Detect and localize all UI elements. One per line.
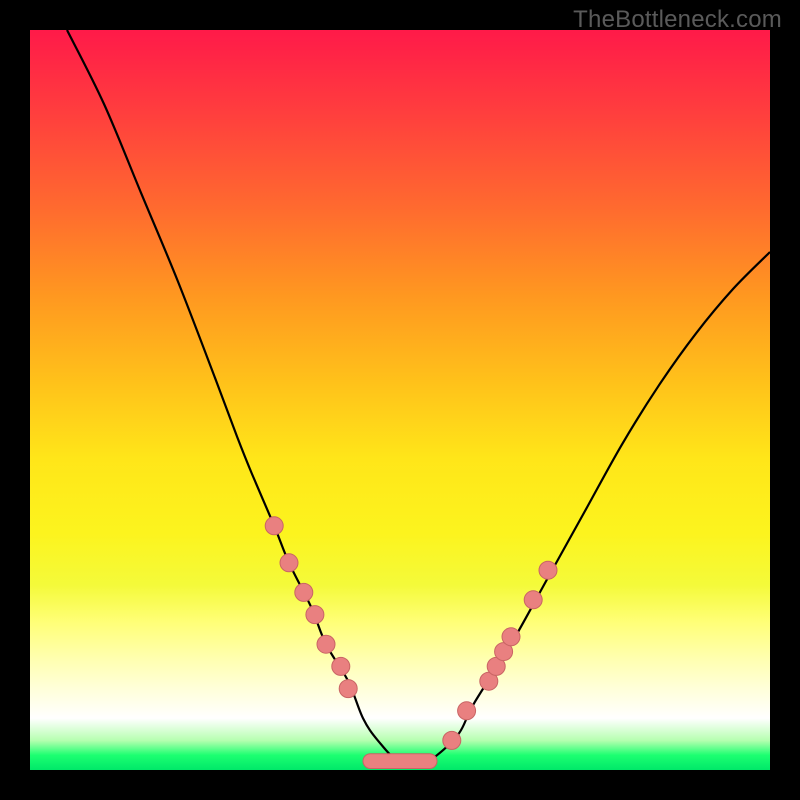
marker-point xyxy=(306,606,324,624)
bottleneck-curve-path xyxy=(67,30,770,765)
marker-point xyxy=(443,731,461,749)
watermark-text: TheBottleneck.com xyxy=(573,6,782,34)
chart-frame: TheBottleneck.com xyxy=(0,0,800,800)
marker-point xyxy=(524,591,542,609)
marker-point xyxy=(265,517,283,535)
marker-point xyxy=(502,628,520,646)
marker-point xyxy=(539,561,557,579)
marker-point xyxy=(295,583,313,601)
marker-point xyxy=(458,702,476,720)
marker-point xyxy=(332,657,350,675)
markers-group xyxy=(265,517,557,750)
marker-point xyxy=(280,554,298,572)
plateau-group xyxy=(363,754,437,769)
marker-point xyxy=(339,680,357,698)
plateau-bar xyxy=(363,754,437,769)
marker-point xyxy=(317,635,335,653)
bottleneck-chart-svg xyxy=(30,30,770,770)
plot-area xyxy=(30,30,770,770)
